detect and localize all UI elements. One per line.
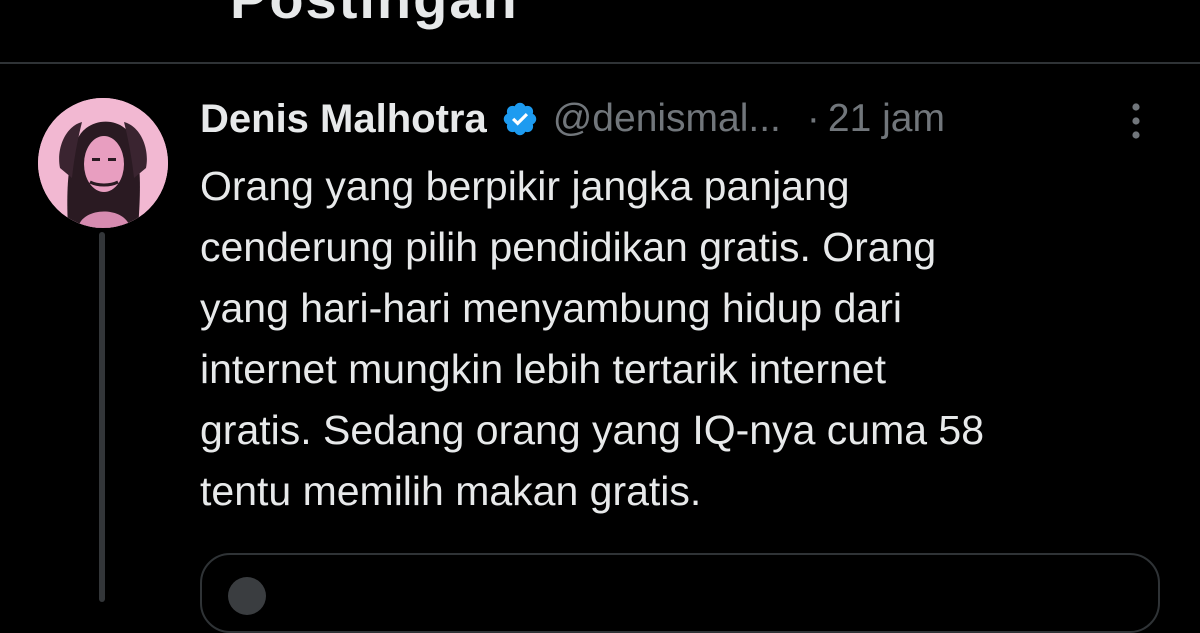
verified-badge-icon: [503, 102, 536, 136]
tweet-text-line: tentu memilih makan gratis.: [200, 468, 702, 514]
page-title-cutoff: Postingan: [230, 0, 519, 31]
quoted-post-avatar: [228, 577, 266, 615]
header-divider: [0, 62, 1200, 64]
tweet-body: Orang yang berpikir jangka panjang cender…: [200, 156, 1160, 522]
tweet-text-line: internet mungkin lebih tertarik internet: [200, 346, 886, 392]
avatar-portrait-image: [38, 98, 168, 228]
thread-connector-line: [99, 232, 105, 602]
more-options-icon[interactable]: [1126, 101, 1146, 141]
tweet-text-line: cenderung pilih pendidikan gratis. Orang: [200, 224, 937, 270]
user-handle[interactable]: @denismal...: [553, 97, 781, 141]
tweet-text-line: Orang yang berpikir jangka panjang: [200, 163, 850, 209]
post-timestamp[interactable]: 21 jam: [828, 97, 945, 141]
tweet-text-line: yang hari-hari menyambung hidup dari: [200, 285, 902, 331]
tweet-header: Denis Malhotra @denismal... · 21 jam: [200, 94, 1160, 144]
separator-dot: ·: [806, 97, 820, 140]
avatar[interactable]: [38, 98, 168, 228]
tweet-text-line: gratis. Sedang orang yang IQ-nya cuma 58: [200, 407, 985, 453]
display-name[interactable]: Denis Malhotra: [200, 97, 487, 142]
quoted-post-card[interactable]: [200, 553, 1160, 633]
